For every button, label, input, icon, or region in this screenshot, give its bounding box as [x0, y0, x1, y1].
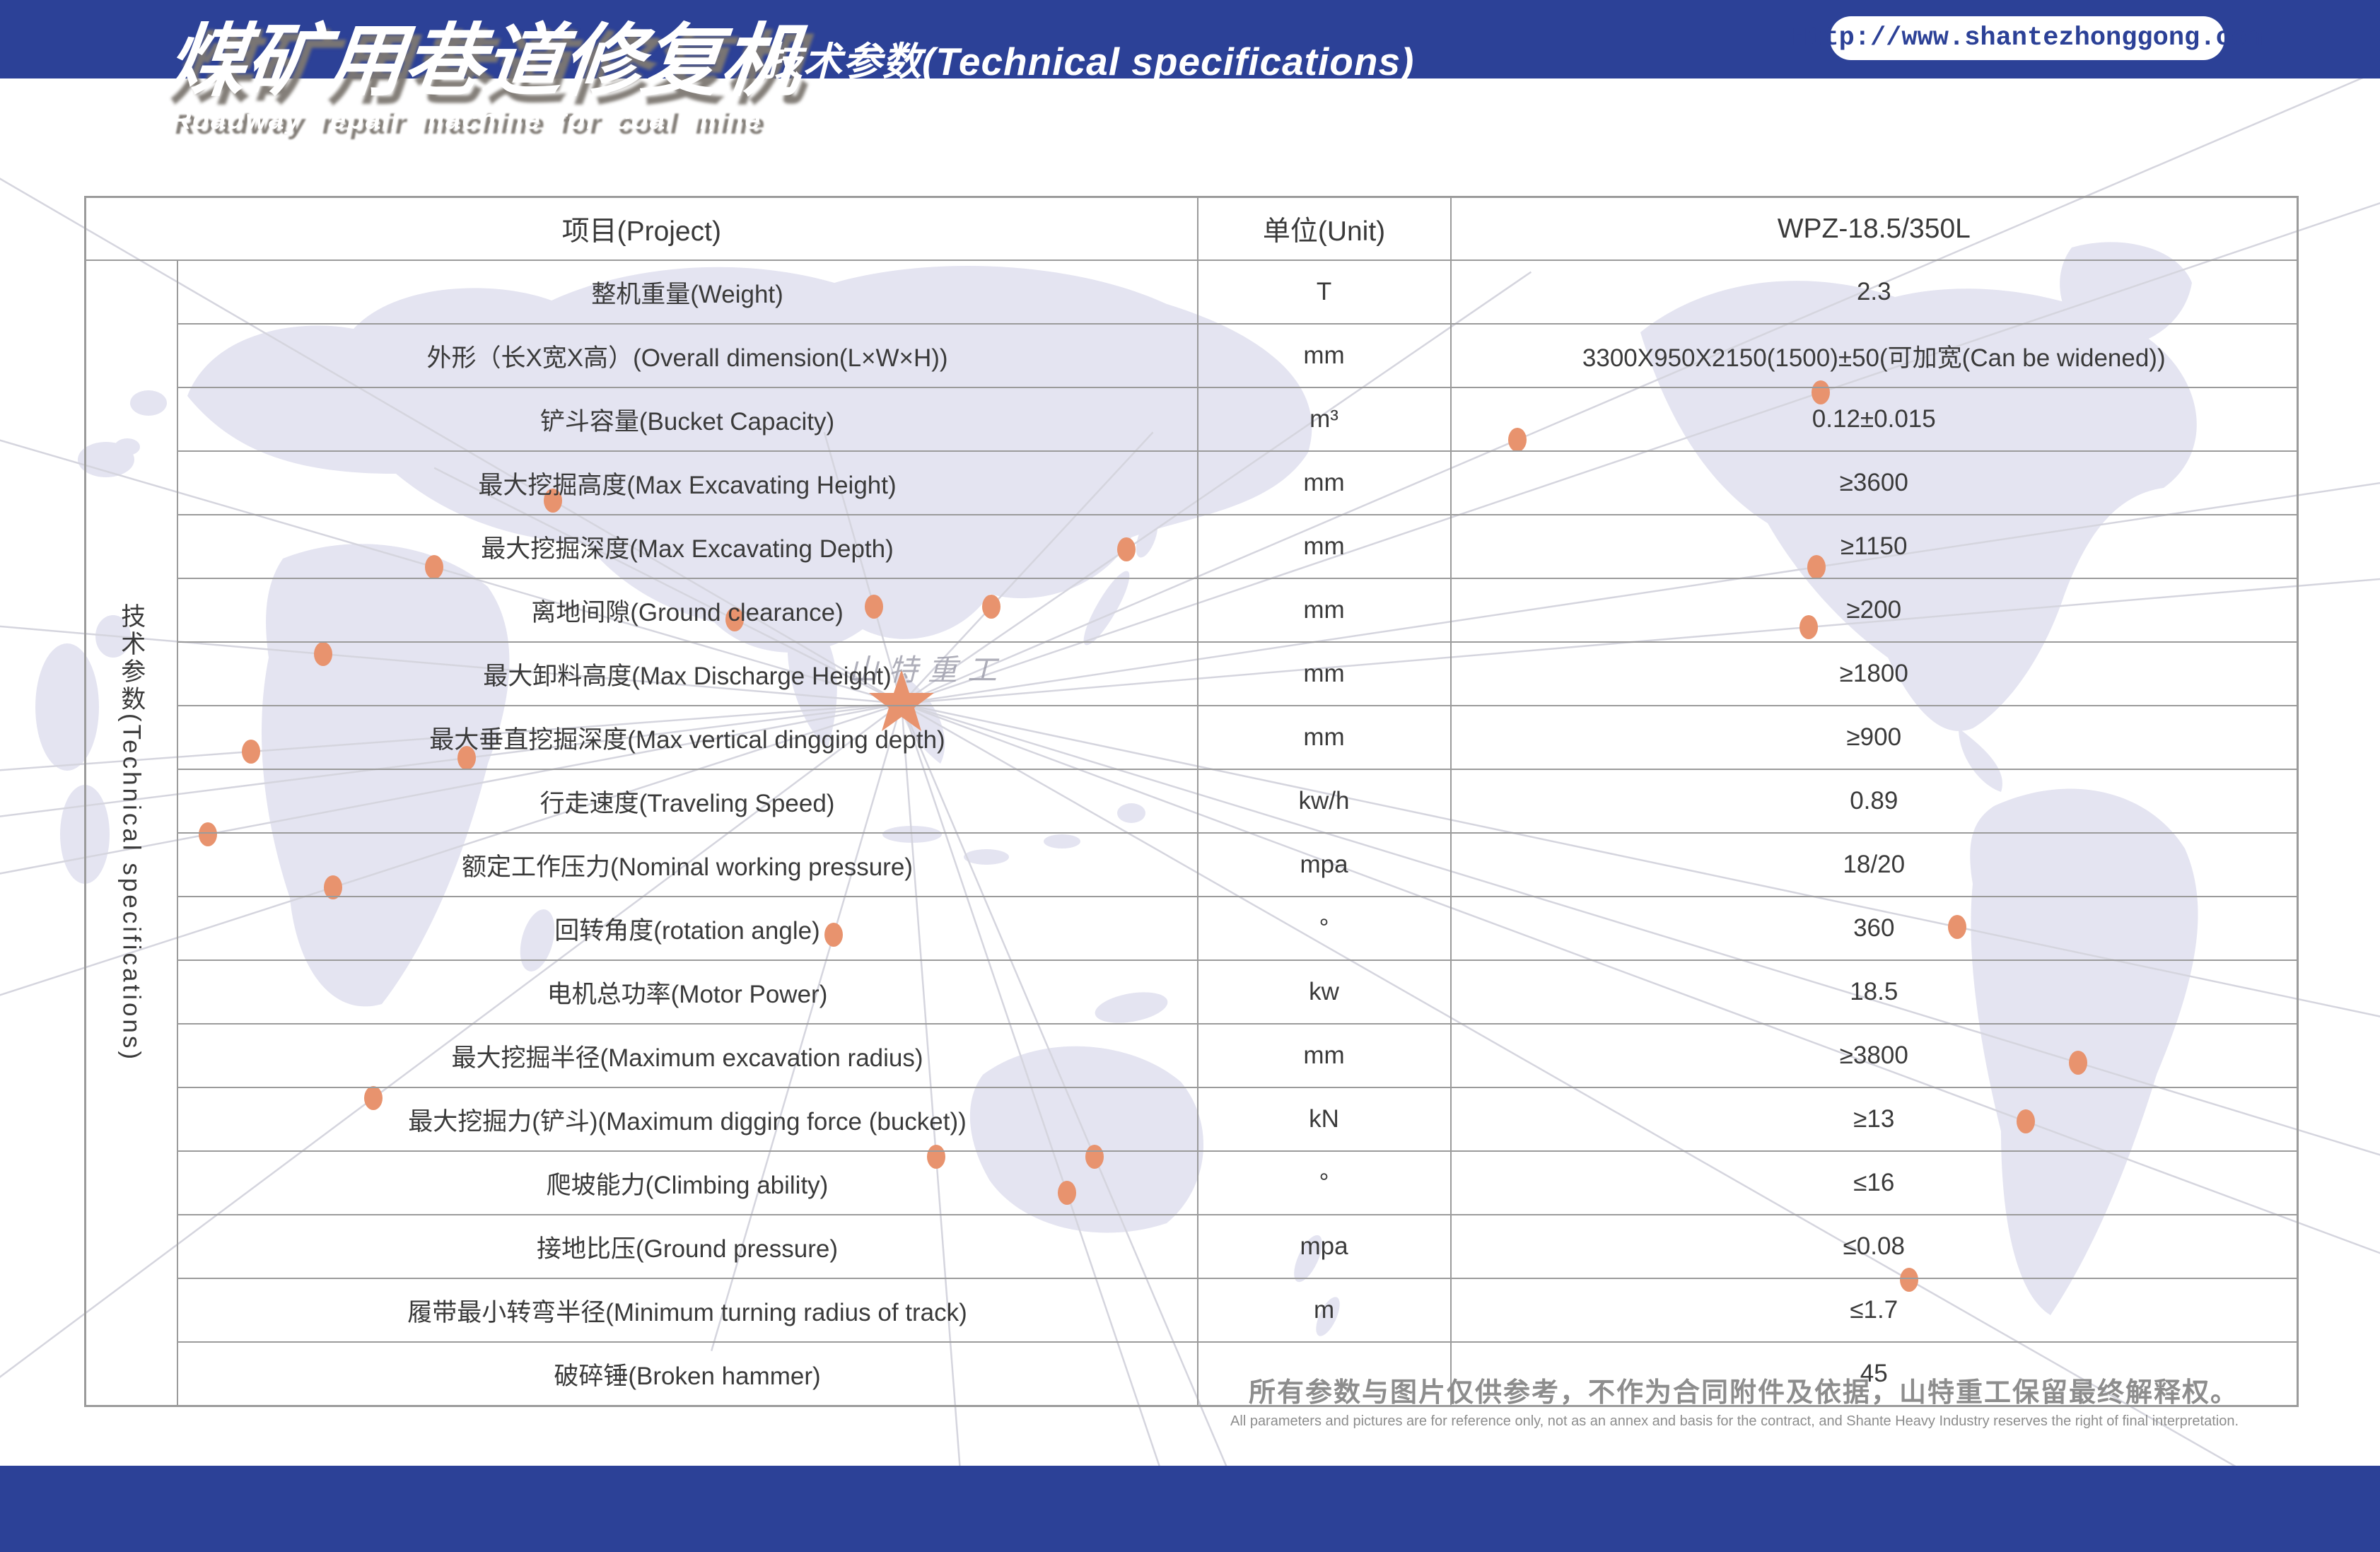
table-row: 接地比压(Ground pressure)mpa≤0.08	[86, 1215, 2298, 1278]
table-cell-project: 整机重量(Weight)	[177, 260, 1198, 324]
table-cell-project: 履带最小转弯半径(Minimum turning radius of track…	[177, 1278, 1198, 1342]
table-cell-unit: m	[1198, 1278, 1451, 1342]
spec-table: 项目(Project) 单位(Unit) WPZ-18.5/350L 技术参数(…	[84, 196, 2299, 1407]
table-cell-project: 最大挖掘深度(Max Excavating Depth)	[177, 515, 1198, 578]
table-row: 最大挖掘力(铲斗)(Maximum digging force (bucket)…	[86, 1087, 2298, 1151]
table-cell-value: ≤0.08	[1451, 1215, 2298, 1278]
table-row: 电机总功率(Motor Power)kw18.5	[86, 960, 2298, 1024]
table-row: 最大挖掘深度(Max Excavating Depth)mm≥1150	[86, 515, 2298, 578]
section-title: 技术参数(Technical specifications)	[764, 30, 1414, 86]
table-cell-unit: kN	[1198, 1087, 1451, 1151]
table-cell-project: 行走速度(Traveling Speed)	[177, 769, 1198, 833]
table-row: 最大垂直挖掘深度(Max vertical dingging depth)mm≥…	[86, 706, 2298, 769]
table-cell-unit: mm	[1198, 642, 1451, 706]
table-cell-value: ≥3800	[1451, 1024, 2298, 1087]
table-cell-value: ≤1.7	[1451, 1278, 2298, 1342]
table-cell-unit: mm	[1198, 324, 1451, 387]
table-cell-unit: °	[1198, 1151, 1451, 1215]
website-link[interactable]: Http://www.shantezhonggong.com	[1830, 16, 2224, 60]
table-cell-value: 0.89	[1451, 769, 2298, 833]
table-cell-value: ≥200	[1451, 578, 2298, 642]
table-cell-project: 最大挖掘力(铲斗)(Maximum digging force (bucket)…	[177, 1087, 1198, 1151]
table-cell-project: 最大卸料高度(Max Discharge Height)	[177, 642, 1198, 706]
table-cell-value: 360	[1451, 897, 2298, 960]
table-row: 最大挖掘高度(Max Excavating Height)mm≥3600	[86, 451, 2298, 515]
page: { "header": { "title_zh": "煤矿用巷道修复机", "t…	[0, 0, 2380, 1552]
table-cell-project: 爬坡能力(Climbing ability)	[177, 1151, 1198, 1215]
column-header-model: WPZ-18.5/350L	[1451, 197, 2298, 261]
table-cell-project: 接地比压(Ground pressure)	[177, 1215, 1198, 1278]
brand-title: 煤矿用巷道修复机	[163, 18, 805, 105]
column-header-unit: 单位(Unit)	[1198, 197, 1451, 261]
disclaimer-zh: 所有参数与图片仅供参考，不作为合同附件及依据，山特重工保留最终解释权。	[1230, 1370, 2239, 1409]
table-cell-unit: mm	[1198, 578, 1451, 642]
table-row: 铲斗容量(Bucket Capacity)m³0.12±0.015	[86, 387, 2298, 451]
column-header-project: 项目(Project)	[86, 197, 1198, 261]
table-cell-unit: kw/h	[1198, 769, 1451, 833]
table-cell-value: ≥900	[1451, 706, 2298, 769]
table-cell-unit: mpa	[1198, 1215, 1451, 1278]
table-row: 外形（长X宽X高）(Overall dimension(L×W×H))mm330…	[86, 324, 2298, 387]
table-cell-unit: mm	[1198, 451, 1451, 515]
brand-subtitle: Roadway repair machine for coal mine	[171, 105, 762, 136]
table-cell-unit: mm	[1198, 515, 1451, 578]
table-row: 最大挖掘半径(Maximum excavation radius)mm≥3800	[86, 1024, 2298, 1087]
table-cell-project: 最大挖掘半径(Maximum excavation radius)	[177, 1024, 1198, 1087]
table-cell-unit: m³	[1198, 387, 1451, 451]
table-cell-value: 0.12±0.015	[1451, 387, 2298, 451]
table-cell-unit: mm	[1198, 1024, 1451, 1087]
table-row: 额定工作压力(Nominal working pressure)mpa18/20	[86, 833, 2298, 897]
table-row: 爬坡能力(Climbing ability)°≤16	[86, 1151, 2298, 1215]
table-cell-unit: mm	[1198, 706, 1451, 769]
table-cell-unit: °	[1198, 897, 1451, 960]
table-cell-project: 回转角度(rotation angle)	[177, 897, 1198, 960]
table-row: 最大卸料高度(Max Discharge Height)mm≥1800	[86, 642, 2298, 706]
table-cell-project: 电机总功率(Motor Power)	[177, 960, 1198, 1024]
table-cell-project: 离地间隙(Ground clearance)	[177, 578, 1198, 642]
table-cell-value: ≥1800	[1451, 642, 2298, 706]
table-cell-project: 外形（长X宽X高）(Overall dimension(L×W×H))	[177, 324, 1198, 387]
table-row: 回转角度(rotation angle)°360	[86, 897, 2298, 960]
table-cell-project: 额定工作压力(Nominal working pressure)	[177, 833, 1198, 897]
table-row: 行走速度(Traveling Speed)kw/h0.89	[86, 769, 2298, 833]
table-cell-value: ≤16	[1451, 1151, 2298, 1215]
table-row: 履带最小转弯半径(Minimum turning radius of track…	[86, 1278, 2298, 1342]
table-cell-value: 2.3	[1451, 260, 2298, 324]
table-cell-value: 18.5	[1451, 960, 2298, 1024]
spec-table-body: 技术参数(Technical specifications)整机重量(Weigh…	[86, 260, 2298, 1406]
table-cell-value: 18/20	[1451, 833, 2298, 897]
table-cell-project: 最大挖掘高度(Max Excavating Height)	[177, 451, 1198, 515]
table-cell-project: 最大垂直挖掘深度(Max vertical dingging depth)	[177, 706, 1198, 769]
table-cell-project: 破碎锤(Broken hammer)	[177, 1342, 1198, 1406]
table-header-row: 项目(Project) 单位(Unit) WPZ-18.5/350L	[86, 197, 2298, 261]
table-cell-unit: kw	[1198, 960, 1451, 1024]
table-cell-value: ≥1150	[1451, 515, 2298, 578]
table-cell-unit: mpa	[1198, 833, 1451, 897]
disclaimer: 所有参数与图片仅供参考，不作为合同附件及依据，山特重工保留最终解释权。 All …	[1230, 1370, 2239, 1430]
table-row: 离地间隙(Ground clearance)mm≥200	[86, 578, 2298, 642]
table-row: 技术参数(Technical specifications)整机重量(Weigh…	[86, 260, 2298, 324]
bottom-bar	[0, 1466, 2380, 1552]
disclaimer-en: All parameters and pictures are for refe…	[1230, 1413, 2239, 1430]
table-cell-unit: T	[1198, 260, 1451, 324]
table-cell-value: ≥3600	[1451, 451, 2298, 515]
table-cell-value: 3300X950X2150(1500)±50(可加宽(Can be widene…	[1451, 324, 2298, 387]
row-group-label: 技术参数(Technical specifications)	[86, 260, 177, 1406]
table-cell-value: ≥13	[1451, 1087, 2298, 1151]
table-cell-project: 铲斗容量(Bucket Capacity)	[177, 387, 1198, 451]
